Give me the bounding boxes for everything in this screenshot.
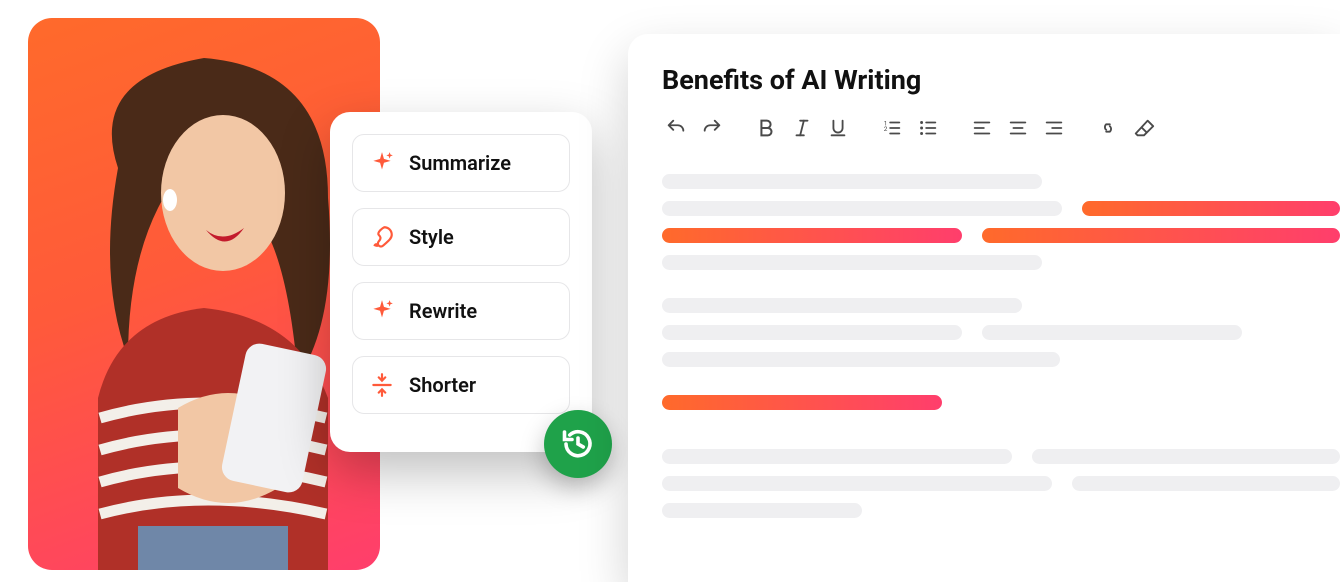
align-left-icon [971, 117, 993, 139]
collapse-icon [369, 372, 395, 398]
paragraph [662, 395, 1340, 518]
document-title: Benefits of AI Writing [662, 64, 1340, 96]
person-photo-placeholder [28, 18, 380, 570]
text-line [662, 449, 1012, 464]
paragraph [662, 174, 1340, 270]
italic-button[interactable] [788, 114, 816, 142]
ai-action-label: Rewrite [409, 299, 477, 323]
history-button[interactable] [544, 410, 612, 478]
ai-action-style[interactable]: Style [352, 208, 570, 266]
history-icon [560, 426, 596, 462]
ai-actions-panel: Summarize Style Rewrite Shorter [330, 112, 592, 452]
text-line [662, 325, 962, 340]
highlighted-text-line [982, 228, 1340, 243]
text-line [662, 255, 1042, 270]
ai-action-shorter[interactable]: Shorter [352, 356, 570, 414]
editor-toolbar: 12 [662, 114, 1340, 142]
ai-action-label: Shorter [409, 373, 476, 397]
ai-action-rewrite[interactable]: Rewrite [352, 282, 570, 340]
erase-icon [1133, 117, 1155, 139]
align-center-icon [1007, 117, 1029, 139]
ai-action-label: Summarize [409, 151, 511, 175]
undo-button[interactable] [662, 114, 690, 142]
text-line [662, 352, 1060, 367]
align-left-button[interactable] [968, 114, 996, 142]
text-line [662, 476, 1052, 491]
italic-icon [791, 117, 813, 139]
erase-button[interactable] [1130, 114, 1158, 142]
text-line [1072, 476, 1340, 491]
redo-button[interactable] [698, 114, 726, 142]
text-line [662, 174, 1042, 189]
brush-icon [369, 224, 395, 250]
align-right-button[interactable] [1040, 114, 1068, 142]
editor-panel: Benefits of AI Writing 12 [628, 34, 1340, 582]
bold-button[interactable] [752, 114, 780, 142]
ordered-list-icon: 12 [881, 117, 903, 139]
paragraph [662, 298, 1340, 367]
text-line [982, 325, 1242, 340]
link-icon [1097, 117, 1119, 139]
svg-text:2: 2 [884, 125, 888, 133]
highlighted-text-line [1082, 201, 1340, 216]
ai-action-label: Style [409, 225, 454, 249]
ai-action-summarize[interactable]: Summarize [352, 134, 570, 192]
underline-button[interactable] [824, 114, 852, 142]
text-line [662, 201, 1062, 216]
bullet-list-button[interactable] [914, 114, 942, 142]
text-line [1032, 449, 1340, 464]
ordered-list-button[interactable]: 12 [878, 114, 906, 142]
hero-photo-card [28, 18, 380, 570]
align-right-icon [1043, 117, 1065, 139]
document-body [662, 174, 1340, 518]
underline-icon [827, 117, 849, 139]
link-button[interactable] [1094, 114, 1122, 142]
undo-icon [665, 117, 687, 139]
text-line [662, 503, 862, 518]
text-line [662, 298, 1022, 313]
align-center-button[interactable] [1004, 114, 1032, 142]
highlighted-text-line [662, 228, 962, 243]
bold-icon [755, 117, 777, 139]
sparkle-icon [369, 298, 395, 324]
redo-icon [701, 117, 723, 139]
bullet-list-icon [917, 117, 939, 139]
sparkle-icon [369, 150, 395, 176]
highlighted-text-line [662, 395, 942, 410]
